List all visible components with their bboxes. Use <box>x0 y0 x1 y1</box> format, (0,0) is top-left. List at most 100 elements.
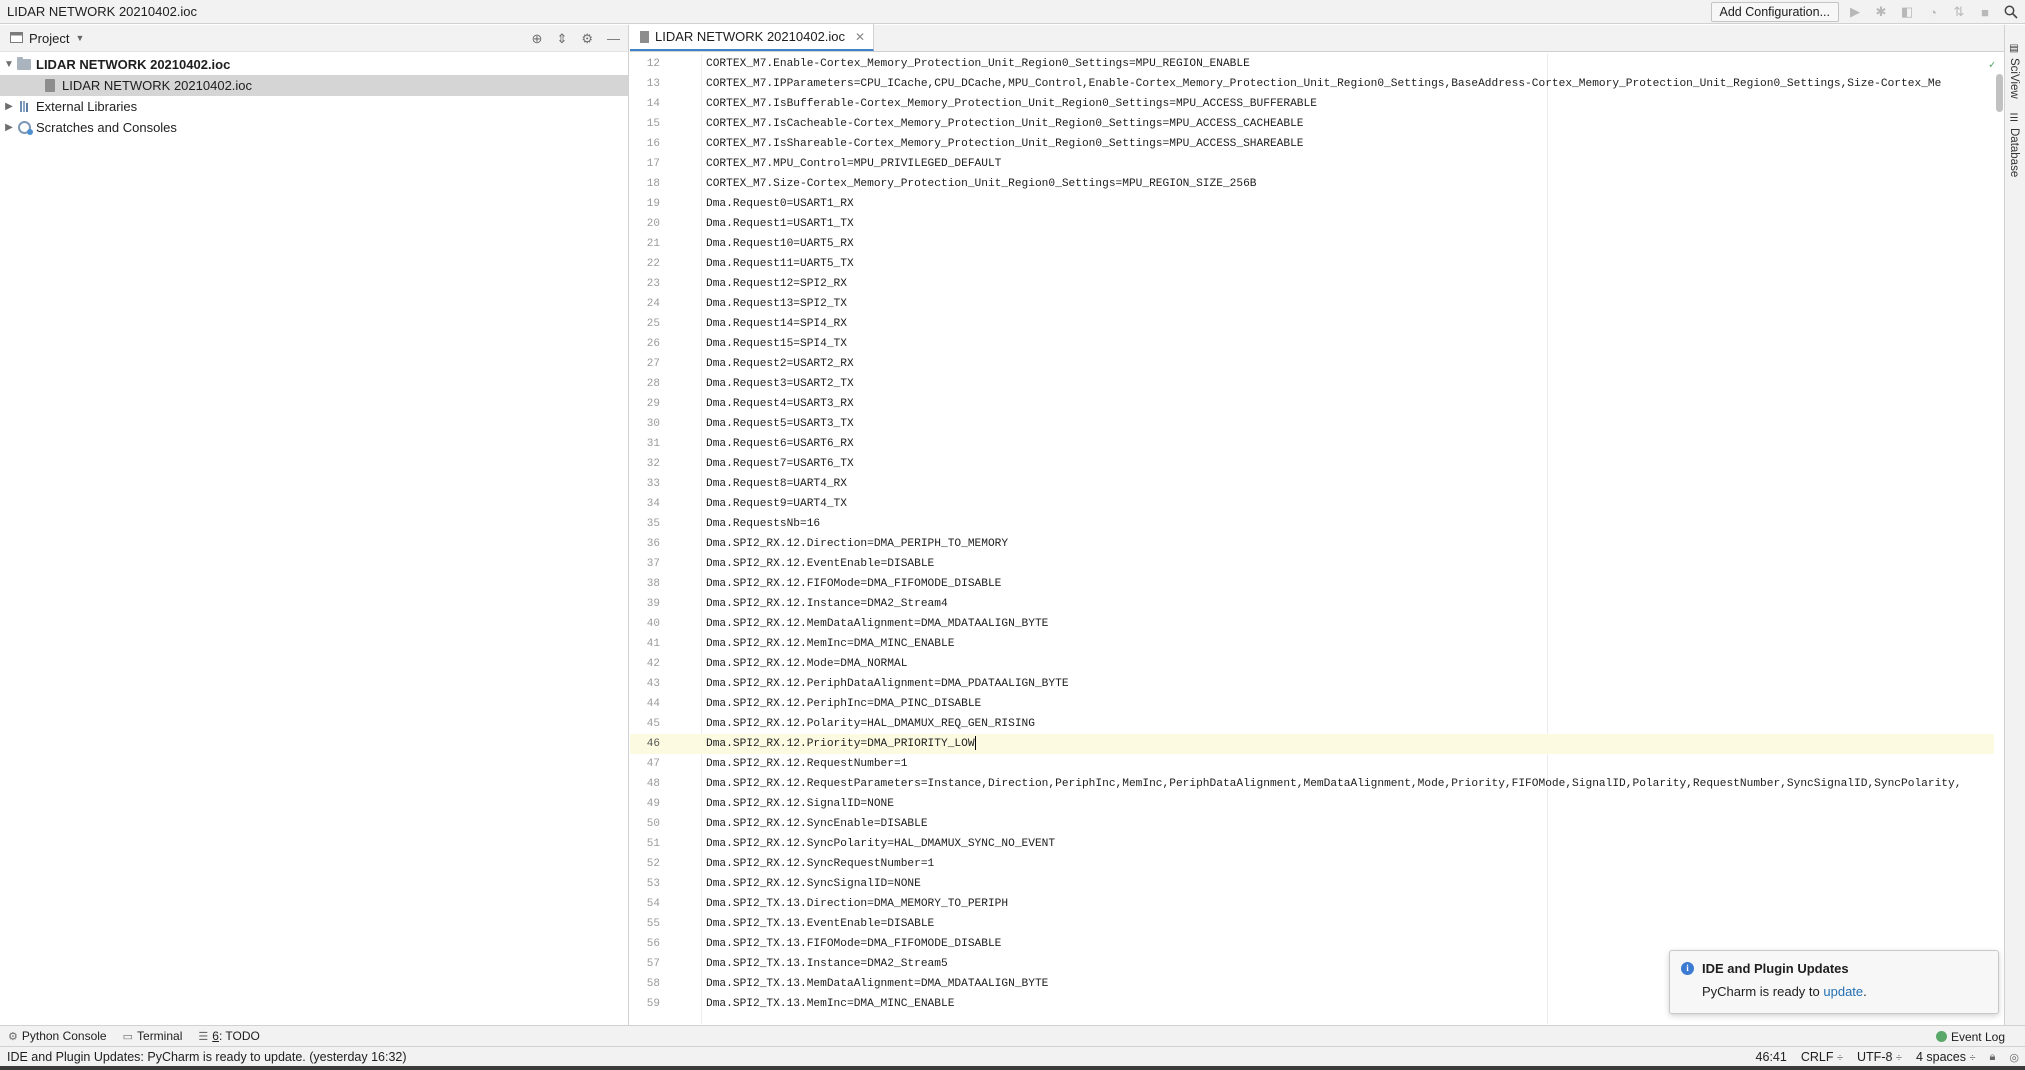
line-text[interactable]: Dma.Request5=USART3_TX <box>706 414 854 434</box>
line-text[interactable]: Dma.Request4=USART3_RX <box>706 394 854 414</box>
line-text[interactable]: Dma.SPI2_RX.12.PeriphInc=DMA_PINC_DISABL… <box>706 694 981 714</box>
chevron-right-icon[interactable]: ▶ <box>2 122 16 133</box>
line-text[interactable]: Dma.SPI2_TX.13.MemDataAlignment=DMA_MDAT… <box>706 974 1048 994</box>
line-text[interactable]: Dma.SPI2_RX.12.SyncPolarity=HAL_DMAMUX_S… <box>706 834 1055 854</box>
code-editor[interactable]: 12 CORTEX_M7.Enable-Cortex_Memory_Protect… <box>630 54 2004 1024</box>
coverage-icon[interactable]: ◧ <box>1897 2 1917 22</box>
line-text[interactable]: Dma.Request6=USART6_RX <box>706 434 854 454</box>
encoding-widget[interactable]: UTF-8 ÷ <box>1857 1050 1902 1064</box>
build-icon[interactable]: ⇅ <box>1949 2 1969 22</box>
code-line[interactable]: 21 Dma.Request10=UART5_RX <box>630 234 2004 254</box>
code-line[interactable]: 45 Dma.SPI2_RX.12.Polarity=HAL_DMAMUX_REQ… <box>630 714 2004 734</box>
code-line[interactable]: 53 Dma.SPI2_RX.12.SyncSignalID=NONE <box>630 874 2004 894</box>
code-line[interactable]: 51 Dma.SPI2_RX.12.SyncPolarity=HAL_DMAMUX… <box>630 834 2004 854</box>
line-text[interactable]: Dma.SPI2_RX.12.RequestParameters=Instanc… <box>706 774 1961 794</box>
add-configuration-button[interactable]: Add Configuration... <box>1710 2 1839 22</box>
python-console-button[interactable]: ⚙ Python Console <box>0 1026 115 1047</box>
profile-icon[interactable]: ◔ <box>1923 2 1943 22</box>
code-line[interactable]: 34 Dma.Request9=UART4_TX <box>630 494 2004 514</box>
line-text[interactable]: Dma.SPI2_RX.12.PeriphDataAlignment=DMA_P… <box>706 674 1069 694</box>
code-line[interactable]: 22 Dma.Request11=UART5_TX <box>630 254 2004 274</box>
line-text[interactable]: Dma.SPI2_RX.12.SyncEnable=DISABLE <box>706 814 928 834</box>
line-text[interactable]: Dma.Request9=UART4_TX <box>706 494 847 514</box>
line-text[interactable]: Dma.SPI2_RX.12.SignalID=NONE <box>706 794 894 814</box>
memory-icon[interactable]: ◎ <box>2009 1051 2019 1064</box>
code-line[interactable]: 38 Dma.SPI2_RX.12.FIFOMode=DMA_FIFOMODE_D… <box>630 574 2004 594</box>
tree-item-project-root[interactable]: ▼ LIDAR NETWORK 20210402.ioc <box>0 54 628 75</box>
code-line[interactable]: 44 Dma.SPI2_RX.12.PeriphInc=DMA_PINC_DISA… <box>630 694 2004 714</box>
code-line[interactable]: 24 Dma.Request13=SPI2_TX <box>630 294 2004 314</box>
todo-button[interactable]: ☰ 6: TODO <box>190 1026 267 1047</box>
line-text[interactable]: Dma.Request13=SPI2_TX <box>706 294 847 314</box>
line-text[interactable]: CORTEX_M7.IsCacheable-Cortex_Memory_Prot… <box>706 114 1304 134</box>
code-line[interactable]: 33 Dma.Request8=UART4_RX <box>630 474 2004 494</box>
search-icon[interactable] <box>2001 2 2021 22</box>
line-text[interactable]: Dma.SPI2_RX.12.EventEnable=DISABLE <box>706 554 934 574</box>
code-line[interactable]: 39 Dma.SPI2_RX.12.Instance=DMA2_Stream4 <box>630 594 2004 614</box>
code-line[interactable]: 48 Dma.SPI2_RX.12.RequestParameters=Insta… <box>630 774 2004 794</box>
sciview-tool-button[interactable]: ▤ SciView <box>2008 43 2020 99</box>
chevron-right-icon[interactable]: ▶ <box>2 101 16 112</box>
line-text[interactable]: CORTEX_M7.MPU_Control=MPU_PRIVILEGED_DEF… <box>706 154 1001 174</box>
code-line[interactable]: 16 CORTEX_M7.IsShareable-Cortex_Memory_Pr… <box>630 134 2004 154</box>
line-text[interactable]: CORTEX_M7.Size-Cortex_Memory_Protection_… <box>706 174 1257 194</box>
line-text[interactable]: Dma.Request7=USART6_TX <box>706 454 854 474</box>
line-text[interactable]: Dma.RequestsNb=16 <box>706 514 820 534</box>
line-text[interactable]: Dma.SPI2_RX.12.Mode=DMA_NORMAL <box>706 654 907 674</box>
code-line[interactable]: 30 Dma.Request5=USART3_TX <box>630 414 2004 434</box>
database-tool-button[interactable]: ☰ Database <box>2008 113 2020 177</box>
code-line[interactable]: 36 Dma.SPI2_RX.12.Direction=DMA_PERIPH_TO… <box>630 534 2004 554</box>
code-line[interactable]: 52 Dma.SPI2_RX.12.SyncRequestNumber=1 <box>630 854 2004 874</box>
close-icon[interactable]: ✕ <box>855 30 865 44</box>
stop-icon[interactable]: ■ <box>1975 2 1995 22</box>
line-text[interactable]: Dma.Request14=SPI4_RX <box>706 314 847 334</box>
code-line[interactable]: 13 CORTEX_M7.IPParameters=CPU_ICache,CPU_… <box>630 74 2004 94</box>
code-line[interactable]: 32 Dma.Request7=USART6_TX <box>630 454 2004 474</box>
code-line[interactable]: 17 CORTEX_M7.MPU_Control=MPU_PRIVILEGED_D… <box>630 154 2004 174</box>
code-line[interactable]: 41 Dma.SPI2_RX.12.MemInc=DMA_MINC_ENABLE <box>630 634 2004 654</box>
line-text[interactable]: Dma.Request10=UART5_RX <box>706 234 854 254</box>
line-text[interactable]: CORTEX_M7.IsShareable-Cortex_Memory_Prot… <box>706 134 1304 154</box>
code-line[interactable]: 14 CORTEX_M7.IsBufferable-Cortex_Memory_P… <box>630 94 2004 114</box>
terminal-button[interactable]: ▭ Terminal <box>115 1026 191 1047</box>
caret-position[interactable]: 46:41 <box>1756 1050 1787 1064</box>
code-line[interactable]: 25 Dma.Request14=SPI4_RX <box>630 314 2004 334</box>
line-text[interactable]: Dma.Request8=UART4_RX <box>706 474 847 494</box>
line-text[interactable]: Dma.SPI2_TX.13.FIFOMode=DMA_FIFOMODE_DIS… <box>706 934 1001 954</box>
lock-icon[interactable]: 🔒︎ <box>1990 1051 1996 1064</box>
code-line[interactable]: 37 Dma.SPI2_RX.12.EventEnable=DISABLE <box>630 554 2004 574</box>
tab-ioc-file[interactable]: LIDAR NETWORK 20210402.ioc ✕ <box>630 24 875 51</box>
indent-widget[interactable]: 4 spaces ÷ <box>1916 1050 1976 1064</box>
tree-item-scratches[interactable]: ▶ Scratches and Consoles <box>0 117 628 138</box>
code-line[interactable]: 19 Dma.Request0=USART1_RX <box>630 194 2004 214</box>
code-line[interactable]: 27 Dma.Request2=USART2_RX <box>630 354 2004 374</box>
run-icon[interactable]: ▶ <box>1845 2 1865 22</box>
line-text[interactable]: Dma.SPI2_RX.12.FIFOMode=DMA_FIFOMODE_DIS… <box>706 574 1001 594</box>
line-text[interactable]: Dma.SPI2_RX.12.Direction=DMA_PERIPH_TO_M… <box>706 534 1008 554</box>
tree-item-ioc-file[interactable]: LIDAR NETWORK 20210402.ioc <box>0 75 628 96</box>
line-text[interactable]: Dma.Request15=SPI4_TX <box>706 334 847 354</box>
line-text[interactable]: Dma.Request12=SPI2_RX <box>706 274 847 294</box>
locate-icon[interactable]: ⊕ <box>532 31 543 47</box>
line-text[interactable]: Dma.SPI2_RX.12.MemDataAlignment=DMA_MDAT… <box>706 614 1048 634</box>
update-notification[interactable]: i IDE and Plugin Updates PyCharm is read… <box>1669 950 1999 1014</box>
update-link[interactable]: update <box>1823 984 1863 999</box>
editor-scrollbar[interactable] <box>1994 54 2004 1024</box>
line-text[interactable]: Dma.SPI2_RX.12.SyncRequestNumber=1 <box>706 854 934 874</box>
code-line[interactable]: 49 Dma.SPI2_RX.12.SignalID=NONE <box>630 794 2004 814</box>
line-text[interactable]: Dma.SPI2_RX.12.SyncSignalID=NONE <box>706 874 921 894</box>
line-text[interactable]: Dma.SPI2_TX.13.MemInc=DMA_MINC_ENABLE <box>706 994 954 1014</box>
project-view-selector[interactable]: Project ▼ <box>10 31 84 46</box>
code-line[interactable]: 15 CORTEX_M7.IsCacheable-Cortex_Memory_Pr… <box>630 114 2004 134</box>
line-text[interactable]: CORTEX_M7.IPParameters=CPU_ICache,CPU_DC… <box>706 74 1941 94</box>
line-separator-widget[interactable]: CRLF ÷ <box>1801 1050 1843 1064</box>
line-text[interactable]: Dma.Request11=UART5_TX <box>706 254 854 274</box>
code-line[interactable]: 40 Dma.SPI2_RX.12.MemDataAlignment=DMA_MD… <box>630 614 2004 634</box>
tree-item-external-libraries[interactable]: ▶ External Libraries <box>0 96 628 117</box>
code-line[interactable]: 54 Dma.SPI2_TX.13.Direction=DMA_MEMORY_TO… <box>630 894 2004 914</box>
line-text[interactable]: Dma.SPI2_RX.12.RequestNumber=1 <box>706 754 907 774</box>
code-line[interactable]: 42 Dma.SPI2_RX.12.Mode=DMA_NORMAL <box>630 654 2004 674</box>
line-text[interactable]: Dma.Request0=USART1_RX <box>706 194 854 214</box>
line-text[interactable]: Dma.SPI2_TX.13.Direction=DMA_MEMORY_TO_P… <box>706 894 1008 914</box>
line-text[interactable]: Dma.Request2=USART2_RX <box>706 354 854 374</box>
